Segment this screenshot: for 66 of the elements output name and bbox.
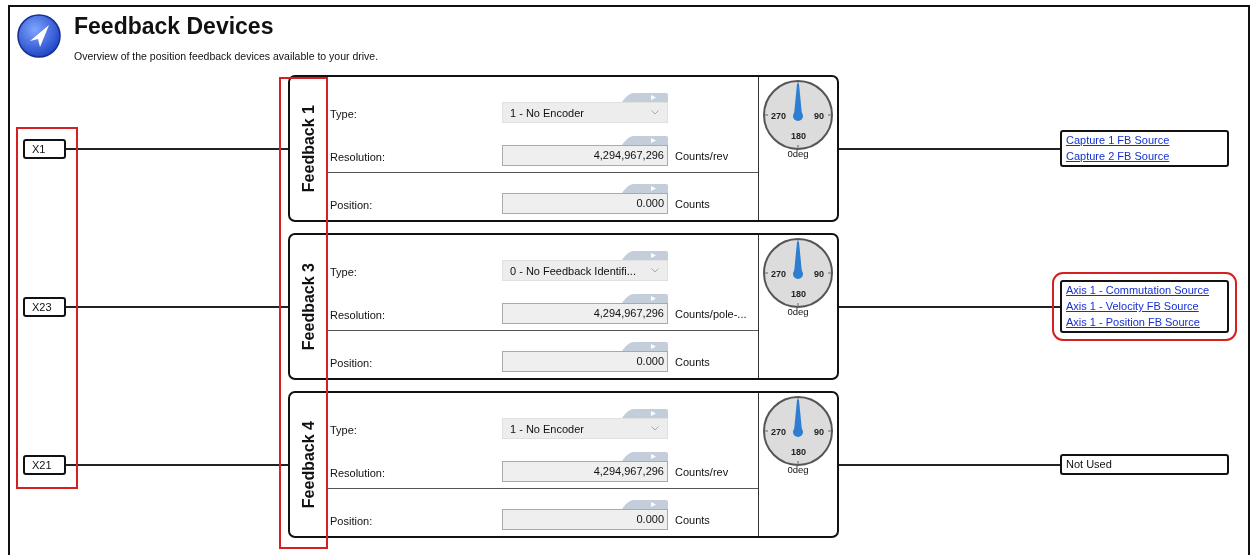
value-field[interactable]: 4,294,967,296 [502, 145, 668, 166]
dial-label: 180 [791, 447, 807, 457]
chevron-down-icon [651, 110, 659, 115]
dial-label: 90 [814, 427, 824, 437]
type-dropdown[interactable]: 0 - No Feedback Identifi... [502, 260, 668, 281]
dial-label: 90 [814, 269, 824, 279]
field-label: Position: [329, 515, 374, 529]
connector-label: X1 [23, 138, 66, 159]
expand-tab-icon[interactable] [622, 184, 668, 193]
feedback-title: Feedback 3 [299, 262, 318, 351]
output-text: Not Used [1066, 458, 1113, 470]
page-subtitle: Overview of the position feedback devices available to your drive. [74, 50, 379, 62]
expand-tab-icon[interactable] [622, 342, 668, 351]
dial-label: 180 [791, 289, 807, 299]
expand-tab-icon[interactable] [622, 93, 668, 102]
dial-reading: 0deg [787, 306, 809, 317]
connector-label: X23 [23, 296, 66, 317]
value-field[interactable]: 0.000 [502, 351, 668, 372]
needle-icon [793, 400, 803, 437]
unit-label: Counts/rev [674, 466, 729, 480]
dial-label: 270 [771, 111, 787, 121]
value-field[interactable]: 4,294,967,296 [502, 303, 668, 324]
dial-reading: 0deg [787, 148, 809, 159]
value-field[interactable]: 0.000 [502, 193, 668, 214]
value-field[interactable]: 4,294,967,296 [502, 461, 668, 482]
unit-label: Counts/rev [674, 150, 729, 164]
expand-tab-icon[interactable] [622, 409, 668, 418]
expand-tab-icon[interactable] [622, 500, 668, 509]
value-field[interactable]: 0.000 [502, 509, 668, 530]
expand-tab-icon[interactable] [622, 294, 668, 303]
needle-icon [793, 242, 803, 279]
source-link[interactable]: Axis 1 - Commutation Source [1066, 284, 1223, 296]
field-label: Resolution: [329, 467, 387, 481]
connector-label: X21 [23, 454, 66, 475]
chevron-down-icon [651, 426, 659, 431]
type-dropdown[interactable]: 1 - No Encoder [502, 102, 668, 123]
unit-label: Counts [674, 356, 710, 370]
expand-tab-icon[interactable] [622, 251, 668, 260]
needle-icon [793, 84, 803, 121]
source-link[interactable]: Capture 1 FB Source [1066, 134, 1223, 146]
dial-label: 270 [771, 427, 787, 437]
field-label: Type: [329, 266, 358, 280]
feedback-title: Feedback 1 [299, 104, 318, 193]
dial-label: 180 [791, 131, 807, 141]
feedback-title: Feedback 4 [299, 420, 318, 509]
field-label: Position: [329, 199, 374, 213]
field-label: Resolution: [329, 309, 387, 323]
dial-label: 270 [771, 269, 787, 279]
source-link[interactable]: Axis 1 - Position FB Source [1066, 316, 1223, 328]
unit-label: Counts/pole-... [674, 308, 747, 322]
expand-tab-icon[interactable] [622, 136, 668, 145]
field-label: Type: [329, 108, 358, 122]
page-title: Feedback Devices [74, 12, 275, 40]
type-dropdown[interactable]: 1 - No Encoder [502, 418, 668, 439]
dial-label: 90 [814, 111, 824, 121]
unit-label: Counts [674, 198, 710, 212]
source-link[interactable]: Capture 2 FB Source [1066, 150, 1223, 162]
field-label: Type: [329, 424, 358, 438]
chevron-down-icon [651, 268, 659, 273]
compass-icon [16, 13, 62, 59]
source-link[interactable]: Axis 1 - Velocity FB Source [1066, 300, 1223, 312]
expand-tab-icon[interactable] [622, 452, 668, 461]
unit-label: Counts [674, 514, 710, 528]
field-label: Resolution: [329, 151, 387, 165]
field-label: Position: [329, 357, 374, 371]
dial-reading: 0deg [787, 464, 809, 475]
